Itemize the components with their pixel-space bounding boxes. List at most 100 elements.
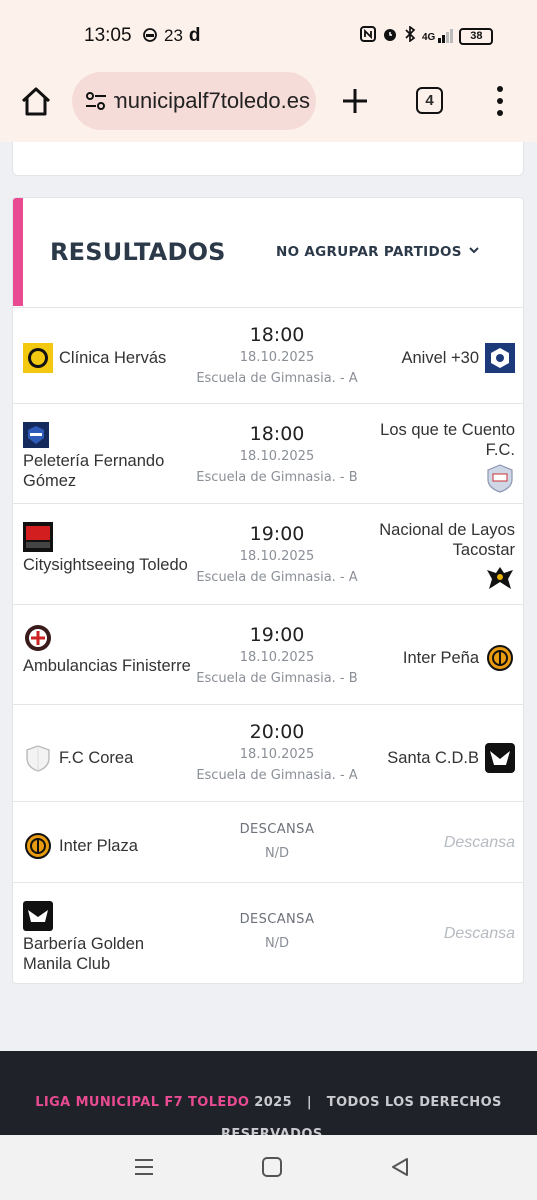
match-venue: Escuela de Gimnasia. - A	[196, 371, 358, 386]
away-team-name[interactable]: Los que te Cuento F.C.	[365, 420, 515, 460]
chevron-down-icon[interactable]	[468, 244, 480, 260]
away-team-name[interactable]: Santa C.D.B	[387, 748, 479, 768]
team-logo-icon	[485, 643, 515, 673]
rest-info: DESCANSA N/D	[177, 822, 377, 861]
match-row[interactable]: Clínica Hervás 18:00 18.10.2025 Escuela …	[13, 307, 523, 404]
rest-info-value: N/D	[264, 936, 290, 951]
home-team[interactable]: Citysightseeing Toledo	[23, 522, 193, 575]
match-info: 18:00 18.10.2025 Escuela de Gimnasia. - …	[177, 423, 377, 485]
footer-brand[interactable]: LIGA MUNICIPAL F7 TOLEDO	[35, 1095, 249, 1110]
team-logo-icon	[485, 743, 515, 773]
home-team-name[interactable]: Peletería Fernando Gómez	[23, 451, 193, 491]
away-team[interactable]: Inter Peña	[403, 643, 515, 673]
home-team-name[interactable]: Citysightseeing Toledo	[23, 555, 193, 575]
match-time: 18:00	[249, 324, 305, 346]
menu-icon[interactable]	[494, 86, 506, 116]
group-select[interactable]: NO AGRUPAR PARTIDOS	[276, 244, 480, 260]
match-venue: Escuela de Gimnasia. - A	[196, 768, 358, 783]
match-date: 18.10.2025	[239, 449, 315, 464]
rest-team[interactable]: Inter Plaza	[23, 831, 138, 861]
team-logo-icon	[23, 522, 53, 552]
match-row[interactable]: Ambulancias Finisterre 19:00 18.10.2025 …	[13, 605, 523, 705]
home-nav-icon[interactable]	[260, 1155, 284, 1179]
away-team[interactable]: Nacional de Layos Tacostar	[345, 520, 515, 593]
match-date: 18.10.2025	[239, 747, 315, 762]
footer-copyright: LIGA MUNICIPAL F7 TOLEDO 2025 | TODOS LO…	[0, 1095, 537, 1110]
team-logo-icon	[23, 831, 53, 861]
rest-team-name[interactable]: Barbería Golden Manila Club	[23, 934, 193, 974]
group-select-label[interactable]: NO AGRUPAR PARTIDOS	[276, 244, 462, 260]
home-team-name[interactable]: Ambulancias Finisterre	[23, 656, 193, 676]
new-tab-icon[interactable]	[340, 86, 370, 116]
match-time: 19:00	[249, 624, 305, 646]
match-info: 19:00 18.10.2025 Escuela de Gimnasia. - …	[177, 624, 377, 686]
address-bar[interactable]: municipalf7toledo.es	[72, 72, 316, 130]
team-logo-icon	[23, 623, 53, 653]
away-team-name[interactable]: Anivel +30	[401, 348, 479, 368]
home-team[interactable]: Ambulancias Finisterre	[23, 623, 193, 676]
home-team-name[interactable]: Clínica Hervás	[59, 348, 166, 368]
team-logo-icon	[23, 743, 53, 773]
bluetooth-icon	[404, 25, 416, 46]
rest-info: DESCANSA N/D	[177, 912, 377, 951]
team-logo-icon	[485, 563, 515, 593]
away-team-name[interactable]: Nacional de Layos Tacostar	[345, 520, 515, 560]
rest-away-label: Descansa	[443, 834, 515, 851]
page-title: RESULTADOS	[50, 238, 226, 266]
team-logo-icon	[23, 343, 53, 373]
results-header: RESULTADOS NO AGRUPAR PARTIDOS	[13, 198, 523, 308]
nfc-icon	[360, 26, 376, 46]
recent-apps-icon[interactable]	[132, 1155, 156, 1179]
team-logo-icon	[485, 343, 515, 373]
match-venue: Escuela de Gimnasia. - B	[196, 470, 358, 485]
team-logo-icon	[485, 463, 515, 493]
home-team[interactable]: Clínica Hervás	[23, 343, 166, 373]
status-right-icons: 4G 38	[360, 25, 494, 46]
tabs-icon[interactable]: 4	[416, 87, 443, 114]
alarm-icon	[382, 26, 398, 46]
home-team[interactable]: Peletería Fernando Gómez	[23, 422, 193, 491]
status-time: 13:05	[84, 25, 132, 46]
footer-separator: |	[306, 1095, 313, 1110]
home-team-name[interactable]: F.C Corea	[59, 748, 133, 768]
away-team[interactable]: Anivel +30	[401, 343, 515, 373]
match-date: 18.10.2025	[239, 350, 315, 365]
team-logo-icon	[23, 901, 53, 931]
home-team[interactable]: F.C Corea	[23, 743, 133, 773]
away-team[interactable]: Los que te Cuento F.C.	[365, 420, 515, 493]
rest-row[interactable]: Inter Plaza DESCANSA N/D Descansa	[13, 802, 523, 883]
match-date: 18.10.2025	[239, 650, 315, 665]
previous-card	[12, 142, 524, 176]
rest-row[interactable]: Barbería Golden Manila Club DESCANSA N/D…	[13, 883, 523, 983]
team-logo-icon	[23, 422, 49, 448]
url-text[interactable]: municipalf7toledo.es	[114, 88, 310, 114]
browser-toolbar: municipalf7toledo.es 4	[0, 70, 537, 142]
network-label: 4G	[422, 32, 436, 43]
rest-team[interactable]: Barbería Golden Manila Club	[23, 901, 193, 974]
footer-year: 2025	[254, 1095, 293, 1110]
status-left-icons: 23 d	[142, 25, 201, 47]
match-time: 20:00	[249, 721, 305, 743]
match-time: 18:00	[249, 423, 305, 445]
system-nav-bar	[0, 1135, 537, 1200]
temperature-icon: 23	[164, 26, 183, 45]
away-team-name[interactable]: Inter Peña	[403, 648, 479, 668]
d-app-icon: d	[188, 25, 201, 46]
status-bar: 13:05 23 d 4G 38	[0, 0, 537, 70]
battery-icon: 38	[459, 27, 494, 45]
back-icon[interactable]	[388, 1155, 412, 1179]
signal-4g-icon: 4G	[422, 29, 454, 43]
match-row[interactable]: F.C Corea 20:00 18.10.2025 Escuela de Gi…	[13, 705, 523, 802]
rest-info-value: N/D	[264, 846, 290, 861]
match-info: 20:00 18.10.2025 Escuela de Gimnasia. - …	[177, 721, 377, 783]
site-settings-icon[interactable]	[84, 90, 108, 112]
rest-team-name[interactable]: Inter Plaza	[59, 836, 138, 856]
home-icon[interactable]	[18, 84, 54, 120]
match-row[interactable]: Citysightseeing Toledo 19:00 18.10.2025 …	[13, 504, 523, 605]
away-team[interactable]: Santa C.D.B	[387, 743, 515, 773]
accent-bar	[13, 198, 23, 306]
robot-icon	[142, 26, 158, 47]
rest-away-label: Descansa	[443, 925, 515, 942]
match-info: 18:00 18.10.2025 Escuela de Gimnasia. - …	[177, 324, 377, 386]
match-row[interactable]: Peletería Fernando Gómez 18:00 18.10.202…	[13, 404, 523, 504]
